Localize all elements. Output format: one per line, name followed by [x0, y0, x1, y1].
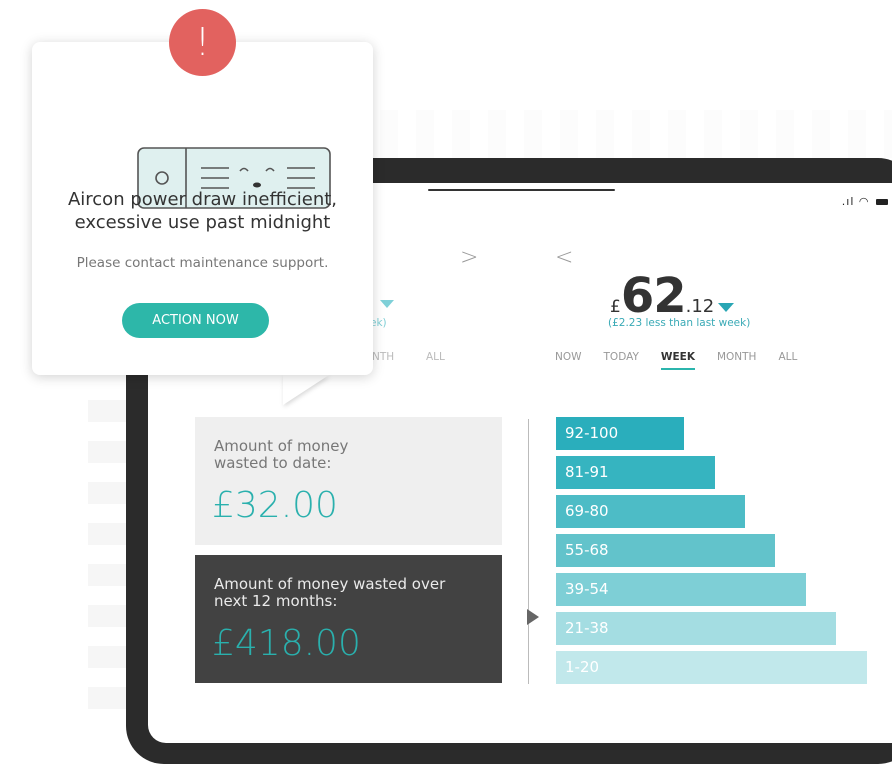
wifi-icon: ◠ — [858, 195, 870, 208]
popup-title-line-2: excessive use past midnight — [74, 212, 331, 233]
ghost-arrow-icon — [380, 300, 394, 308]
band-55-68: 55-68 — [556, 534, 775, 567]
wasted-to-date-value: £32.00 — [212, 485, 338, 526]
ghost-tab-month: NTH — [372, 351, 395, 363]
signal-icon: .ıl — [841, 195, 855, 208]
wasted-next-12-label: Amount of money wasted over next 12 mont… — [214, 575, 446, 610]
tab-all[interactable]: ALL — [778, 351, 797, 363]
popup-tail — [283, 375, 329, 405]
wasted-next-12-value: £418.00 — [212, 623, 361, 664]
current-band-pointer-icon — [527, 609, 539, 625]
decrease-arrow-icon — [718, 303, 735, 312]
band-39-54: 39-54 — [556, 573, 806, 606]
band-1-20: 1-20 — [556, 651, 867, 684]
band-92-100: 92-100 — [556, 417, 684, 450]
tab-week[interactable]: WEEK — [660, 351, 696, 370]
background-pattern — [380, 110, 892, 158]
notification-popup: Aircon power draw inefficient, excessive… — [32, 42, 373, 375]
prev-period-chevron[interactable]: < — [555, 245, 573, 270]
ghost-tab-all: ALL — [426, 351, 445, 363]
price-minor: .12 — [685, 296, 715, 317]
wasted-next-12-months-card: Amount of money wasted over next 12 mont… — [195, 555, 502, 683]
battery-icon — [876, 199, 888, 205]
next-period-chevron[interactable]: > — [460, 245, 478, 270]
comparison-text: (£2.23 less than last week) — [608, 317, 751, 329]
period-tabs: NOW TODAY WEEK MONTH ALL — [555, 351, 819, 370]
price-display: £62.12 — [610, 268, 735, 324]
popup-title: Aircon power draw inefficient, excessive… — [32, 188, 373, 234]
currency-symbol: £ — [610, 297, 621, 317]
band-69-80: 69-80 — [556, 495, 745, 528]
home-indicator — [428, 189, 615, 191]
popup-message: Please contact maintenance support. — [76, 255, 329, 271]
efficiency-bands: 92-100 81-91 69-80 55-68 39-54 21-38 1-2… — [556, 417, 867, 690]
band-21-38: 21-38 — [556, 612, 836, 645]
status-bar: .ıl ◠ — [842, 195, 888, 208]
tab-month[interactable]: MONTH — [717, 351, 757, 363]
price-major: 62 — [620, 268, 687, 324]
alert-icon: ! — [169, 9, 236, 76]
popup-title-line-1: Aircon power draw inefficient, — [67, 189, 338, 210]
action-now-button[interactable]: ACTION NOW — [122, 303, 269, 338]
vertical-divider — [528, 419, 529, 684]
tab-now[interactable]: NOW — [555, 351, 582, 363]
wasted-to-date-label: Amount of money wasted to date: — [214, 437, 349, 472]
tab-today[interactable]: TODAY — [604, 351, 639, 363]
wasted-to-date-card: Amount of money wasted to date: £32.00 — [195, 417, 502, 545]
band-81-91: 81-91 — [556, 456, 715, 489]
